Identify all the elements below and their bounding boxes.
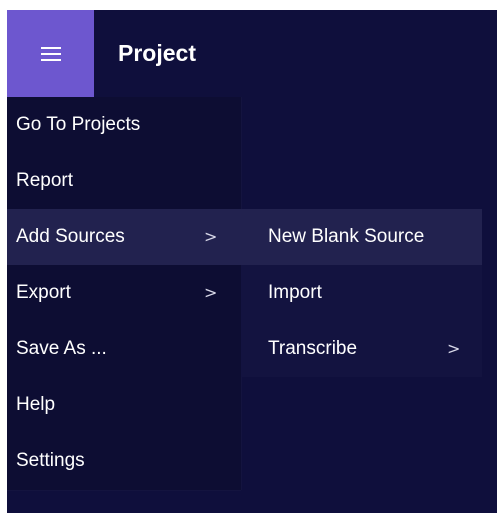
page-title: Project: [118, 40, 196, 66]
submenu-item-import[interactable]: Import: [241, 265, 482, 321]
submenu-item-new-blank-source[interactable]: New Blank Source: [241, 209, 482, 265]
menu-item-label: Go To Projects: [16, 114, 141, 135]
menu-item-label: Export: [16, 282, 71, 303]
menu-toggle-button[interactable]: [7, 10, 94, 97]
menu-item-label: Settings: [16, 450, 85, 471]
menu-item-add-sources[interactable]: Add Sources >: [7, 209, 241, 265]
menu-item-save-as[interactable]: Save As ...: [7, 321, 241, 377]
menu-item-go-to-projects[interactable]: Go To Projects: [7, 97, 241, 153]
menu-item-label: Add Sources: [16, 226, 125, 247]
chevron-right-icon: >: [447, 339, 461, 358]
add-sources-submenu: New Blank Source Import Transcribe >: [241, 209, 482, 377]
menu-item-help[interactable]: Help: [7, 377, 241, 433]
project-menu: Go To Projects Report Add Sources > Expo…: [7, 97, 241, 490]
submenu-item-label: New Blank Source: [268, 226, 425, 247]
submenu-item-label: Import: [268, 282, 322, 303]
menu-item-label: Help: [16, 394, 56, 415]
menu-item-label: Report: [16, 170, 74, 191]
menu-item-label: Save As ...: [16, 338, 107, 359]
submenu-item-transcribe[interactable]: Transcribe >: [241, 321, 482, 377]
chevron-right-icon: >: [204, 227, 218, 246]
submenu-item-label: Transcribe: [268, 338, 358, 359]
chevron-right-icon: >: [204, 283, 218, 302]
menu-item-report[interactable]: Report: [7, 153, 241, 209]
app-frame: Project Go To Projects Report Add Source…: [7, 10, 497, 513]
hamburger-icon: [40, 46, 61, 61]
menu-item-export[interactable]: Export >: [7, 265, 241, 321]
menu-item-settings[interactable]: Settings: [7, 433, 241, 489]
